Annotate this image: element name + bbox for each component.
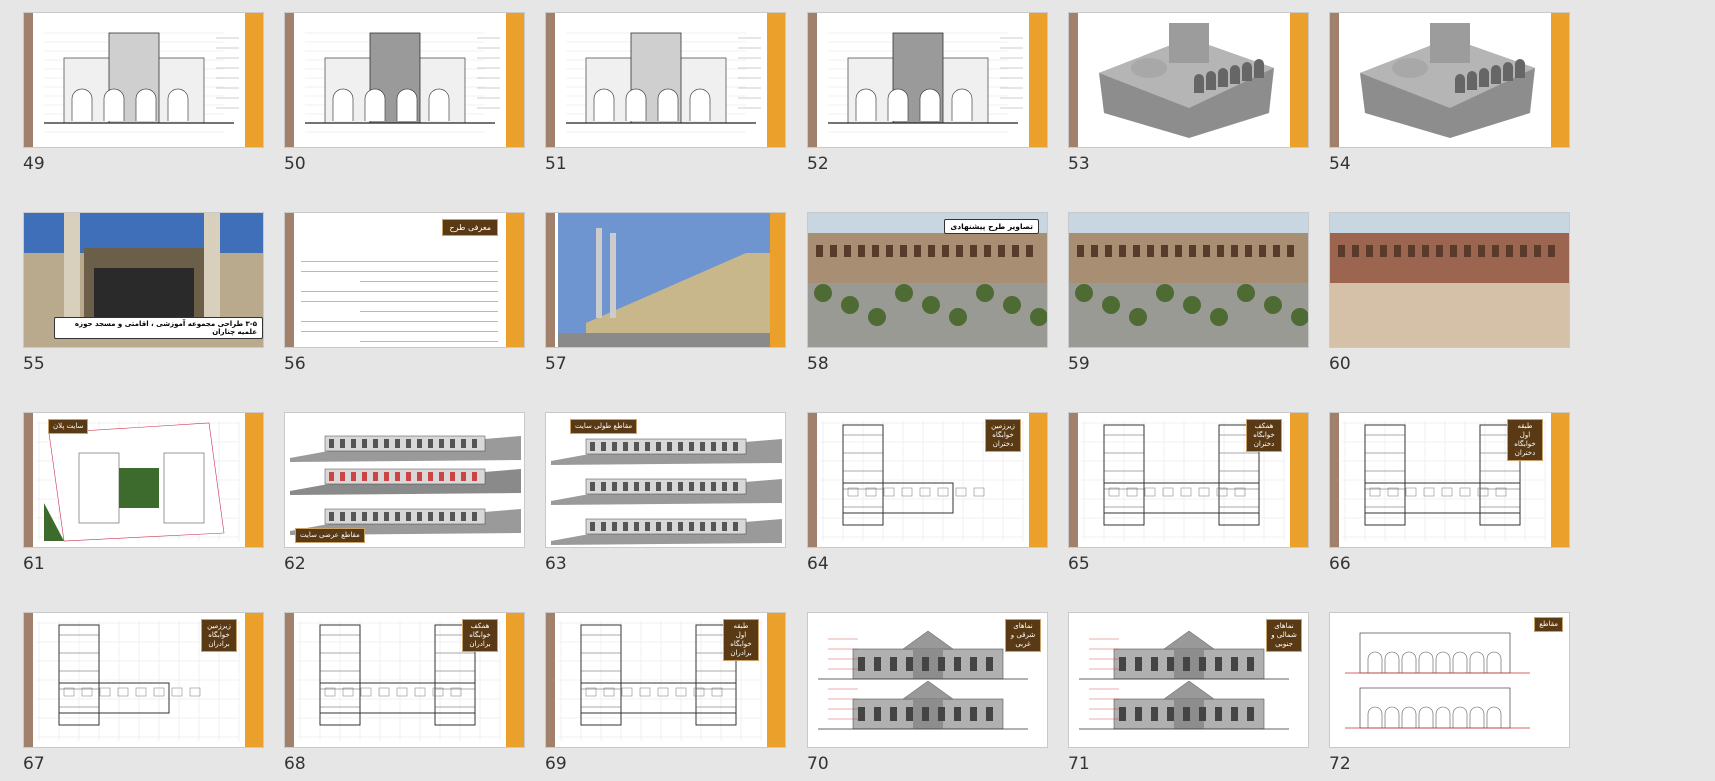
slide-thumbnail[interactable]: طبقه اول خوابگاه برادران	[545, 612, 786, 748]
slide-number-label: 49	[23, 154, 45, 174]
slide-number-label: 67	[23, 754, 45, 774]
slide-thumbnail[interactable]: نماهای شرقی و غربی	[807, 612, 1048, 748]
slide-preview-graphic	[305, 32, 500, 133]
slide-thumbnail[interactable]: زیرزمین خوابگاه برادران	[23, 612, 264, 748]
slide-thumbnail[interactable]: مقاطع	[1329, 612, 1570, 748]
slide-thumbnail[interactable]	[284, 12, 525, 148]
slide-preview-graphic	[1345, 632, 1530, 729]
slide-number-label: 69	[545, 754, 567, 774]
slide-number-label: 61	[23, 554, 45, 574]
slide-thumbnail-cell: 59	[1045, 200, 1309, 374]
slide-thumbnail[interactable]: ۳-۵ طراحی مجموعه آموزشی ، اقامتی و مسجد …	[23, 212, 264, 348]
slide-thumbnail-cell: مقاطع 72	[1306, 600, 1570, 774]
slide-title-badge: طبقه اول خوابگاه دختران	[1507, 419, 1543, 461]
slide-thumbnail-cell: 51	[522, 0, 786, 174]
slide-thumbnail[interactable]: معرفی طرح	[284, 212, 525, 348]
slide-title-badge: سایت پلان	[48, 419, 89, 434]
slide-title-badge: مقاطع	[1534, 617, 1563, 632]
slide-number-label: 72	[1329, 754, 1351, 774]
slide-thumbnail-cell: همکف خوابگاه برادران 68	[261, 600, 525, 774]
slide-thumbnail[interactable]	[23, 12, 264, 148]
slide-thumbnail-cell: زیرزمین خوابگاه دختران 64	[784, 400, 1048, 574]
slide-title-badge: همکف خوابگاه دختران	[1246, 419, 1282, 452]
slide-number-label: 71	[1068, 754, 1090, 774]
slide-number-label: 64	[807, 554, 829, 574]
slide-thumbnail[interactable]: همکف خوابگاه دختران	[1068, 412, 1309, 548]
slide-title-badge: زیرزمین خوابگاه برادران	[201, 619, 237, 652]
slide-number-label: 50	[284, 154, 306, 174]
slide-thumbnail-cell: مقاطع طولی سایت 63	[522, 400, 786, 574]
slide-title-badge: همکف خوابگاه برادران	[462, 619, 498, 652]
slide-thumbnail-cell: مقاطع عرضی سایت 62	[261, 400, 525, 574]
slide-title-badge: نماهای شمالی و جنوبی	[1266, 619, 1302, 652]
slide-preview-graphic	[558, 213, 770, 347]
slide-title-badge: طبقه اول خوابگاه برادران	[723, 619, 759, 661]
slide-preview-graphic	[44, 32, 239, 133]
slide-thumbnail[interactable]: مقاطع طولی سایت	[545, 412, 786, 548]
slide-thumbnail-cell: طبقه اول خوابگاه برادران 69	[522, 600, 786, 774]
slide-number-label: 51	[545, 154, 567, 174]
slide-number-label: 60	[1329, 354, 1351, 374]
slide-thumbnail-cell: 60	[1306, 200, 1570, 374]
slide-body-text	[301, 253, 498, 347]
slide-caption: تصاویر طرح پیشنهادی	[944, 219, 1039, 234]
slide-thumbnail-cell: 49	[0, 0, 264, 174]
slide-number-label: 56	[284, 354, 306, 374]
slide-number-label: 53	[1068, 154, 1090, 174]
slide-number-label: 59	[1068, 354, 1090, 374]
slide-thumbnail-cell: معرفی طرح 56	[261, 200, 525, 374]
slide-thumbnail-cell: زیرزمین خوابگاه برادران 67	[0, 600, 264, 774]
slide-number-label: 57	[545, 354, 567, 374]
slide-title-badge: مقاطع طولی سایت	[570, 419, 638, 434]
slide-title-badge: زیرزمین خوابگاه دختران	[985, 419, 1021, 452]
slide-thumbnail[interactable]	[545, 12, 786, 148]
slide-thumbnail-cell: تصاویر طرح پیشنهادی 58	[784, 200, 1048, 374]
slide-thumbnail-cell: نماهای شمالی و جنوبی 71	[1045, 600, 1309, 774]
slide-thumbnail-cell: 57	[522, 200, 786, 374]
slide-thumbnail-cell: 52	[784, 0, 1048, 174]
slide-preview-graphic	[566, 32, 761, 133]
slide-thumbnail-cell: طبقه اول خوابگاه دختران 66	[1306, 400, 1570, 574]
slide-thumbnail[interactable]: نماهای شمالی و جنوبی	[1068, 612, 1309, 748]
slide-thumbnail[interactable]: سایت پلان	[23, 412, 264, 548]
slide-thumbnail[interactable]: همکف خوابگاه برادران	[284, 612, 525, 748]
slide-number-label: 65	[1068, 554, 1090, 574]
slide-thumbnail-cell: نماهای شرقی و غربی 70	[784, 600, 1048, 774]
slide-thumbnail[interactable]: زیرزمین خوابگاه دختران	[807, 412, 1048, 548]
slide-thumbnail-cell: 54	[1306, 0, 1570, 174]
slide-number-label: 63	[545, 554, 567, 574]
slide-title-badge: نماهای شرقی و غربی	[1005, 619, 1041, 652]
slide-number-label: 52	[807, 154, 829, 174]
slide-preview-graphic	[1099, 23, 1274, 138]
slide-number-label: 62	[284, 554, 306, 574]
slide-thumbnail[interactable]: تصاویر طرح پیشنهادی	[807, 212, 1048, 348]
slide-thumbnail[interactable]	[1068, 12, 1309, 148]
slide-number-label: 70	[807, 754, 829, 774]
slide-number-label: 66	[1329, 554, 1351, 574]
slide-number-label: 54	[1329, 154, 1351, 174]
slide-preview-graphic	[828, 32, 1023, 133]
slide-thumbnail-cell: 53	[1045, 0, 1309, 174]
slide-thumbnail-cell: ۳-۵ طراحی مجموعه آموزشی ، اقامتی و مسجد …	[0, 200, 264, 374]
slide-thumbnail-cell: 50	[261, 0, 525, 174]
slide-preview-graphic	[1360, 23, 1535, 138]
slide-thumbnail[interactable]: مقاطع عرضی سایت	[284, 412, 525, 548]
slide-title-badge: معرفی طرح	[442, 219, 498, 236]
slide-caption: ۳-۵ طراحی مجموعه آموزشی ، اقامتی و مسجد …	[54, 317, 263, 339]
slide-thumbnail[interactable]	[807, 12, 1048, 148]
slide-thumbnail[interactable]	[1068, 212, 1309, 348]
slide-thumbnail[interactable]	[1329, 212, 1570, 348]
slide-number-label: 68	[284, 754, 306, 774]
slide-thumbnail[interactable]: طبقه اول خوابگاه دختران	[1329, 412, 1570, 548]
slide-thumbnail-cell: همکف خوابگاه دختران 65	[1045, 400, 1309, 574]
slide-thumbnail-cell: سایت پلان 61	[0, 400, 264, 574]
slide-preview-graphic	[1069, 213, 1308, 347]
slide-thumbnail[interactable]	[545, 212, 786, 348]
slide-title-badge: مقاطع عرضی سایت	[295, 528, 365, 543]
slide-thumbnail[interactable]	[1329, 12, 1570, 148]
slide-number-label: 58	[807, 354, 829, 374]
slide-sorter-grid: 49 50 51 52 53 54 ۳-۵ طراحی مجموعه آموزشی ، اق…	[0, 0, 1715, 781]
slide-preview-graphic	[1330, 213, 1569, 347]
slide-number-label: 55	[23, 354, 45, 374]
